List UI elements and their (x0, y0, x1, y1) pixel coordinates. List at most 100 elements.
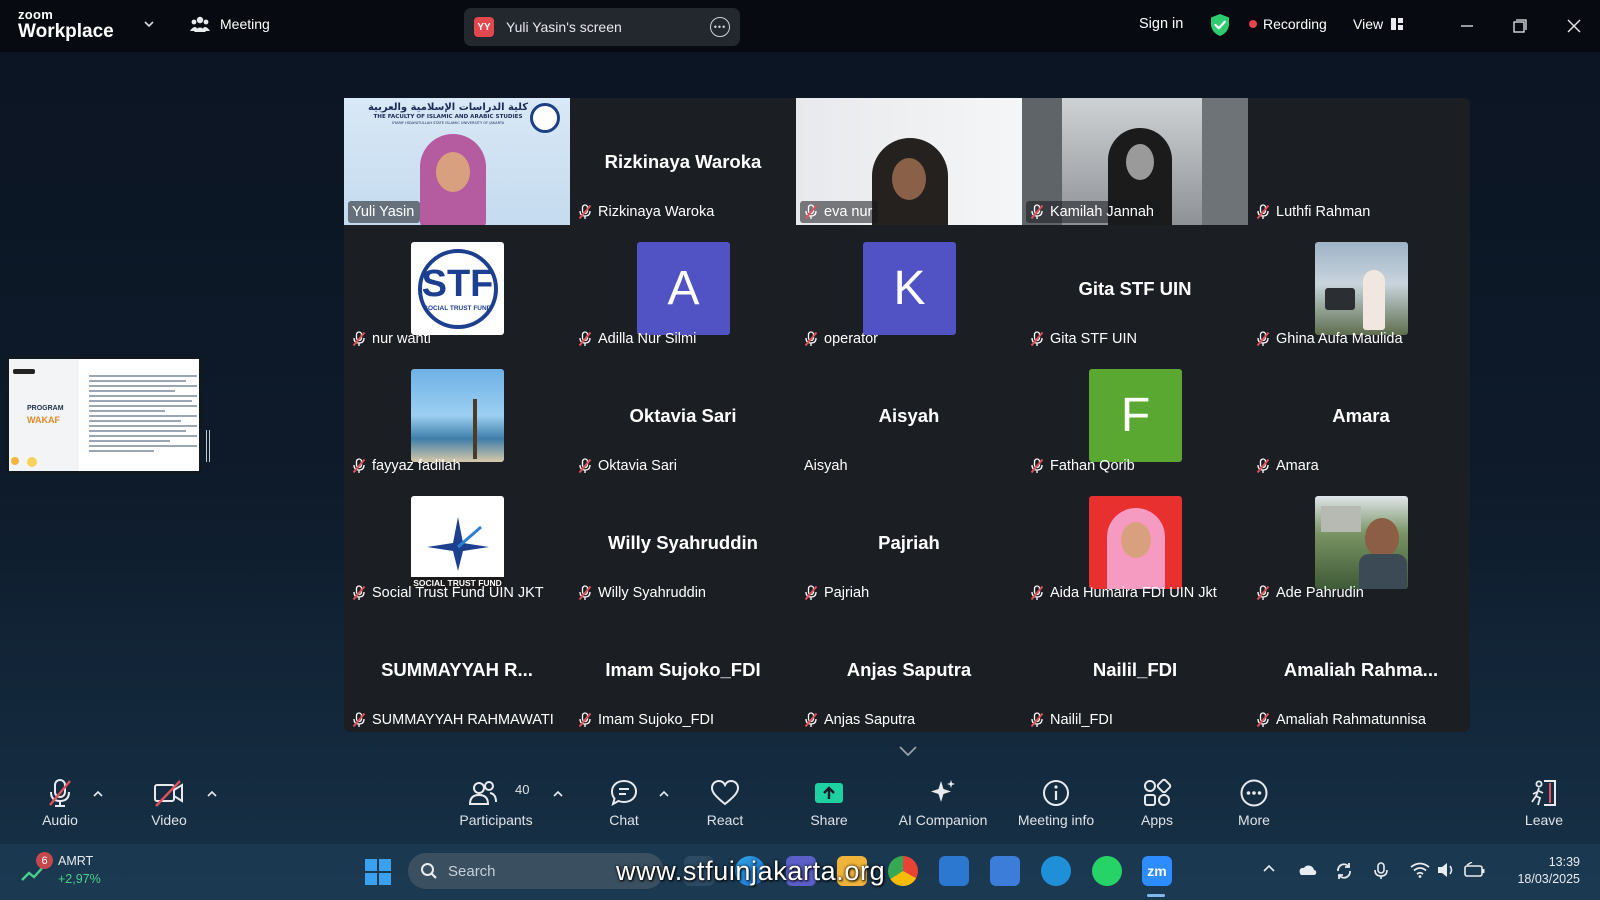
muted-mic-icon (1256, 458, 1270, 474)
participant-nameplate: Fathan Qorib (1026, 455, 1141, 477)
close-button[interactable] (1562, 14, 1586, 38)
more-button[interactable]: More (1229, 778, 1279, 828)
participants-options-caret-icon[interactable] (553, 789, 563, 799)
participant-tile[interactable]: STF SOCIAL TRUST FUND nur wanti (344, 225, 570, 352)
participant-tile[interactable]: Gita STF UIN Gita STF UIN (1022, 225, 1248, 352)
participant-tile[interactable]: Kamilah Jannah (1022, 98, 1248, 225)
recording-label: Recording (1263, 16, 1327, 32)
minimize-button[interactable] (1455, 14, 1479, 38)
whatsapp-icon[interactable] (1092, 856, 1122, 886)
participant-tile[interactable]: Willy Syahruddin Willy Syahruddin (570, 479, 796, 606)
audio-button[interactable]: Audio (36, 778, 84, 828)
participant-tile[interactable]: fayyaz fadilah (344, 352, 570, 479)
participant-name: Ghina Aufa Maulida (1276, 331, 1403, 347)
audio-options-caret-icon[interactable] (93, 789, 103, 799)
clock-time: 13:39 (1548, 855, 1580, 869)
recording-indicator[interactable]: Recording (1249, 16, 1327, 32)
participant-display-name: Oktavia Sari (629, 405, 737, 426)
participant-tile[interactable]: Nailil_FDI Nailil_FDI (1022, 606, 1248, 733)
participant-tile[interactable]: Aisyah Aisyah (796, 352, 1022, 479)
banner-sub: SYARIF HIDAYATULLAH STATE ISLAMIC UNIVER… (391, 121, 505, 125)
participant-tile[interactable]: SUMMAYYAH R... SUMMAYYAH RAHMAWATI (344, 606, 570, 733)
react-button[interactable]: React (700, 778, 750, 828)
battery-icon[interactable] (1464, 862, 1486, 878)
video-options-caret-icon[interactable] (207, 789, 217, 799)
chat-options-caret-icon[interactable] (659, 789, 669, 799)
shared-screen-thumbnail[interactable]: PROGRAM WAKAF (6, 356, 202, 474)
wifi-icon[interactable] (1410, 862, 1430, 878)
zoom-app-icon[interactable]: zm (1142, 856, 1172, 886)
participant-tile[interactable]: A Adilla Nur Silmi (570, 225, 796, 352)
banner-arabic: كلية الدراسات الإسلامية والعربية (367, 102, 529, 113)
meeting-info-button[interactable]: Meeting info (1012, 778, 1100, 828)
restore-button[interactable] (1508, 14, 1532, 38)
muted-mic-icon (804, 712, 818, 728)
muted-mic-icon (578, 204, 592, 220)
participant-tile[interactable]: Ade Pahrudin (1248, 479, 1474, 606)
help-icon[interactable] (1041, 856, 1071, 886)
video-camera-off-icon (154, 780, 183, 807)
chevron-down-icon[interactable] (142, 17, 156, 31)
meeting-menu[interactable]: Meeting (190, 15, 270, 33)
participant-tile[interactable]: F Fathan Qorib (1022, 352, 1248, 479)
participant-tile[interactable]: Imam Sujoko_FDI Imam Sujoko_FDI (570, 606, 796, 733)
muted-mic-icon (578, 712, 592, 728)
participant-nameplate: Amaliah Rahmatunnisa (1252, 709, 1432, 731)
panel-resize-handle[interactable] (206, 430, 210, 462)
participant-name: Nailil_FDI (1050, 712, 1113, 728)
participant-tile[interactable]: Pajriah Pajriah (796, 479, 1022, 606)
stock-widget[interactable]: 6 AMRT +2,97% (20, 852, 120, 892)
participant-tile[interactable]: Luthfi Rahman (1248, 98, 1474, 225)
chat-button[interactable]: Chat (600, 778, 648, 828)
more-dots-icon (1240, 779, 1268, 807)
slide-title: PROGRAM (27, 405, 64, 412)
participant-display-name: Anjas Saputra (846, 659, 972, 680)
chevron-up-icon[interactable] (1262, 862, 1276, 876)
stock-ticker: AMRT (58, 854, 94, 868)
participant-nameplate: Social Trust Fund UIN JKT (348, 582, 550, 604)
participant-tile[interactable]: Anjas Saputra Anjas Saputra (796, 606, 1022, 733)
volume-icon[interactable] (1437, 862, 1455, 878)
microphone-icon[interactable] (1374, 862, 1388, 880)
view-menu[interactable]: View (1353, 16, 1404, 32)
recording-dot-icon (1249, 20, 1257, 28)
sign-in-link[interactable]: Sign in (1139, 16, 1183, 32)
app-icon[interactable] (939, 856, 969, 886)
react-label: React (706, 812, 744, 828)
leave-button[interactable]: Leave (1519, 778, 1569, 828)
chrome-icon[interactable] (888, 856, 918, 886)
participant-tile[interactable]: Ghina Aufa Maulida (1248, 225, 1474, 352)
scroll-down-chevron-icon[interactable] (897, 744, 919, 758)
participant-nameplate: Imam Sujoko_FDI (574, 709, 720, 731)
apps-button[interactable]: Apps (1132, 778, 1182, 828)
more-label: More (1238, 812, 1270, 828)
video-button[interactable]: Video (145, 778, 193, 828)
screen-share-indicator[interactable]: YY Yuli Yasin's screen ••• (464, 8, 740, 46)
participant-tile[interactable]: SOCIAL TRUST FUND Social Trust Fund UIN J… (344, 479, 570, 606)
participant-tile[interactable]: كلية الدراسات الإسلامية والعربية THE FACU… (344, 98, 570, 225)
ai-companion-button[interactable]: AI Companion (893, 778, 993, 828)
participants-icon (468, 781, 497, 805)
participant-tile[interactable]: Oktavia Sari Oktavia Sari (570, 352, 796, 479)
more-options-icon[interactable]: ••• (710, 17, 730, 37)
sync-icon[interactable] (1335, 862, 1353, 880)
participant-name: Willy Syahruddin (598, 585, 706, 601)
participant-tile[interactable]: Aida Humaira FDI UIN Jkt (1022, 479, 1248, 606)
participant-tile[interactable]: Rizkinaya Waroka Rizkinaya Waroka (570, 98, 796, 225)
participant-name: Imam Sujoko_FDI (598, 712, 715, 728)
microsoft-store-icon[interactable] (990, 856, 1020, 886)
search-placeholder: Search (448, 862, 496, 880)
participant-name: Amara (1276, 458, 1319, 474)
profile-photo (411, 369, 504, 462)
participant-tile[interactable]: Koperator (796, 225, 1022, 352)
participant-tile[interactable]: Amara Amara (1248, 352, 1474, 479)
participant-name: Kamilah Jannah (1050, 204, 1154, 220)
windows-start-button[interactable] (365, 859, 391, 885)
encryption-shield-icon[interactable] (1209, 13, 1231, 37)
zoom-workplace-logo[interactable]: zoom Workplace (18, 8, 114, 41)
participant-tile[interactable]: eva nur (796, 98, 1022, 225)
share-button[interactable]: Share (804, 778, 854, 828)
onedrive-cloud-icon[interactable] (1296, 862, 1318, 876)
system-clock[interactable]: 13:39 18/03/2025 (1500, 854, 1580, 888)
participant-tile[interactable]: Amaliah Rahma... Amaliah Rahmatunnisa (1248, 606, 1474, 733)
